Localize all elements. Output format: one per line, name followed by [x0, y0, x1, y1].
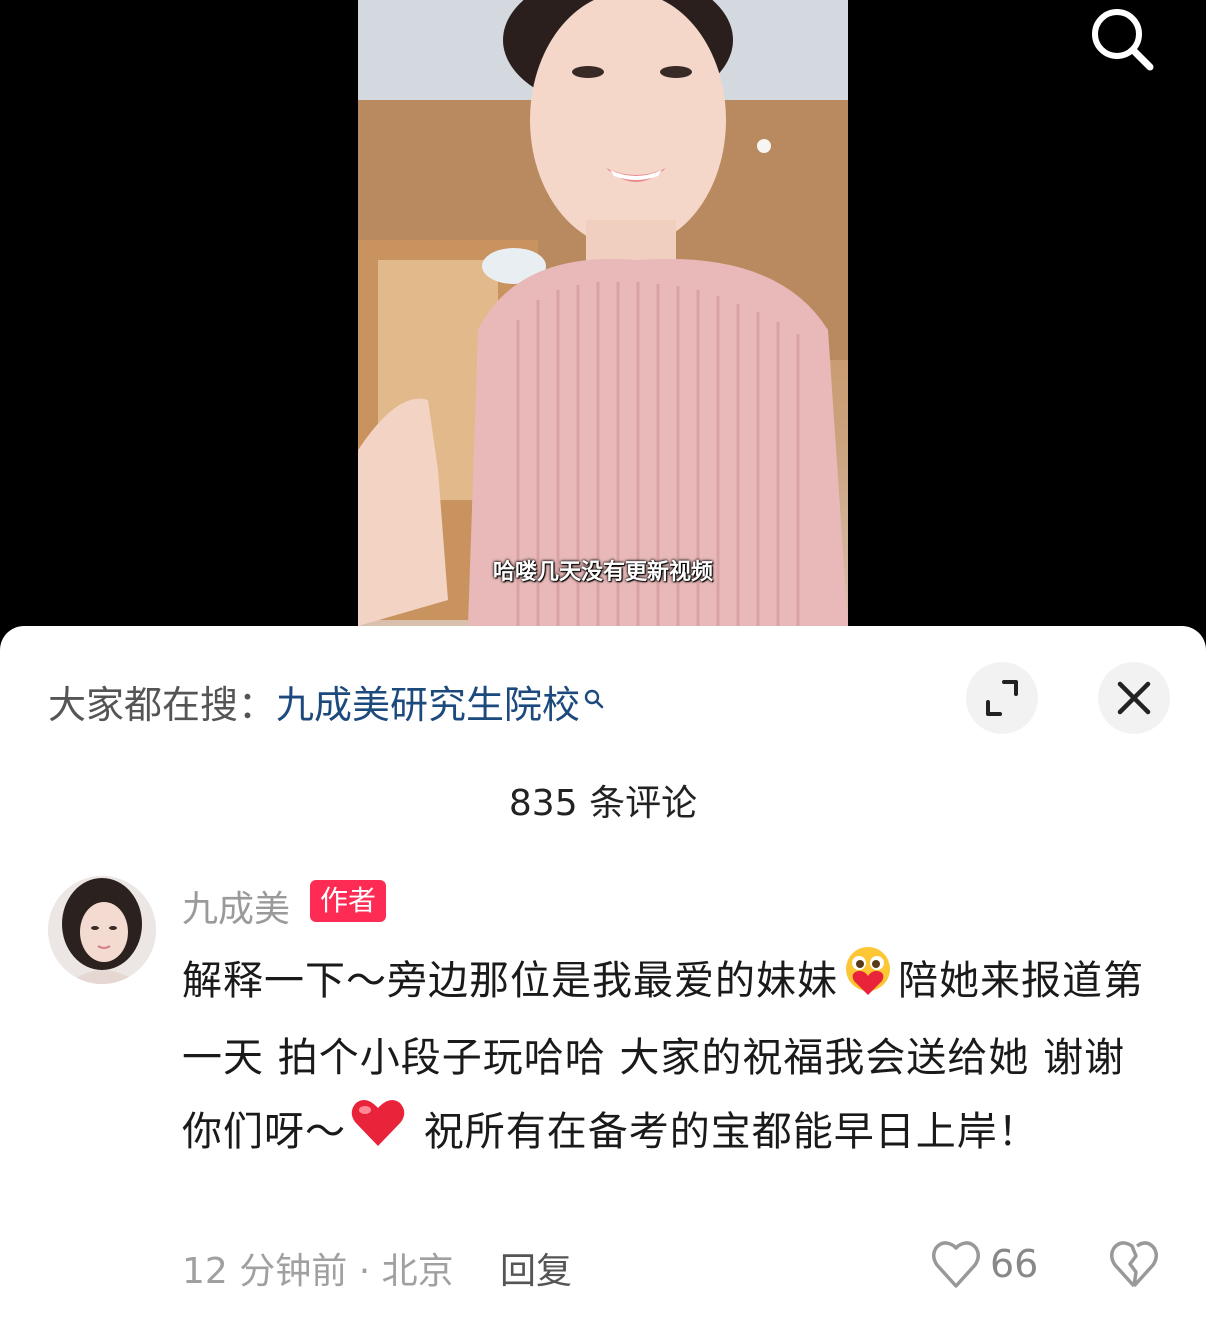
comment-author-name[interactable]: 九成美	[182, 880, 290, 932]
video-subtitle: 哈喽几天没有更新视频	[492, 560, 713, 585]
video-still-illustration	[358, 0, 848, 626]
video-player[interactable]: 哈喽几天没有更新视频	[0, 0, 1206, 640]
small-search-icon	[584, 676, 604, 720]
expand-icon[interactable]	[966, 662, 1038, 734]
hot-search-term[interactable]: 九成美研究生院校	[276, 683, 580, 727]
close-icon[interactable]	[1098, 662, 1170, 734]
hot-search-bar[interactable]: 大家都在搜：九成美研究生院校	[48, 674, 604, 729]
hugging-heart-emoji-icon	[840, 945, 896, 1021]
broken-heart-icon[interactable]	[1104, 1236, 1164, 1292]
comment-text: 解释一下～旁边那位是我最爱的妹妹 陪她来报道第一天 拍个小段子玩哈哈 大家的祝福我…	[182, 944, 1162, 1172]
avatar[interactable]	[48, 876, 156, 984]
author-badge: 作者	[310, 880, 387, 922]
search-icon[interactable]	[1086, 4, 1158, 72]
like-button[interactable]: 66	[930, 1236, 1050, 1292]
comment-time-location: 12 分钟前 · 北京	[182, 1251, 454, 1292]
comments-panel: 大家都在搜：九成美研究生院校 835 条评论 九成美 作者 解释一下～旁边那位是…	[0, 626, 1206, 1326]
reply-button[interactable]: 回复	[500, 1242, 572, 1294]
red-heart-emoji-icon	[348, 1096, 408, 1172]
comment-text-part3: 祝所有在备考的宝都能早日上岸！	[410, 1109, 1039, 1155]
comment-text-part1: 解释一下～旁边那位是我最爱的妹妹	[182, 958, 838, 1004]
heart-outline-icon	[932, 1241, 980, 1288]
like-count: 66	[990, 1242, 1039, 1286]
video-frame[interactable]: 哈喽几天没有更新视频	[358, 0, 848, 626]
hot-search-prefix: 大家都在搜：	[48, 683, 277, 727]
comment-count: 835 条评论	[508, 783, 698, 824]
